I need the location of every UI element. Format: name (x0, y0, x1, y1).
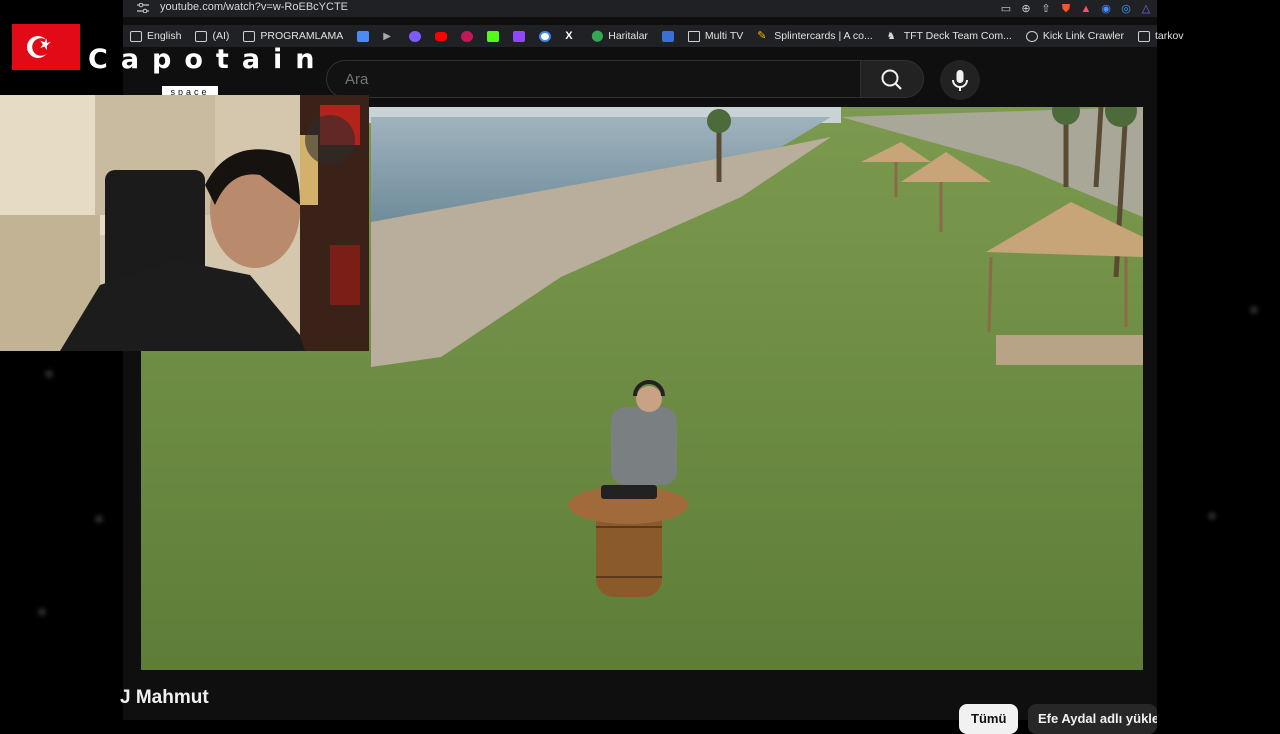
x-icon: X (565, 29, 573, 42)
extension-icon[interactable]: △ (1139, 3, 1153, 15)
bookmark-google[interactable] (532, 25, 558, 47)
bookmark-label: (AI) (212, 30, 230, 42)
search-button[interactable] (860, 60, 924, 98)
globe-icon (1025, 30, 1038, 42)
bookmark-label: English (147, 30, 182, 42)
site-settings-icon[interactable] (137, 3, 149, 13)
chip-channel[interactable]: Efe Aydal adlı yükleyiciden (1028, 704, 1157, 734)
app-icon (409, 30, 422, 42)
twitch-icon (513, 30, 526, 42)
bookmark-label: tarkov (1154, 30, 1184, 42)
background-speck (38, 608, 46, 616)
turkey-flag (12, 24, 80, 70)
bookmark-kick-link-crawler[interactable]: Kick Link Crawler (1019, 25, 1131, 47)
bookmark-multi-tv[interactable]: Multi TV (681, 25, 750, 47)
voice-search-button[interactable] (940, 60, 980, 100)
youtube-icon (435, 31, 448, 41)
share-icon[interactable]: ⇧ (1039, 3, 1053, 15)
background-speck (1208, 512, 1216, 520)
card-icon: ✎ (757, 29, 767, 42)
app-icon (461, 30, 474, 42)
webcam-image (0, 95, 369, 351)
bookmark-twitch[interactable] (506, 25, 532, 47)
kick-icon (487, 30, 500, 42)
microphone-icon (952, 70, 968, 91)
streamer-brand: Capotain (88, 44, 328, 75)
folder-icon (195, 30, 208, 42)
chip-all[interactable]: Tümü (959, 704, 1019, 734)
video-title: J Mahmut (120, 687, 209, 708)
brave-shield-icon[interactable]: ⛊ (1059, 3, 1073, 15)
extension-icon[interactable]: ◉ (1099, 3, 1113, 15)
webcam-feed (0, 95, 369, 351)
bookmark-prime[interactable]: ▶ (376, 25, 402, 47)
bookmark-label: PROGRAMLAMA (260, 30, 344, 42)
bookmark-x[interactable]: X (558, 25, 584, 47)
bookmark-label: Splintercards | A co... (774, 30, 873, 42)
background-speck (95, 515, 103, 523)
bookmark-splintercards[interactable]: ✎ Splintercards | A co... (750, 25, 879, 47)
tft-icon: ♞ (886, 30, 896, 42)
bookmark-app[interactable] (655, 25, 681, 47)
folder-icon (130, 30, 142, 42)
bookmark-label: TFT Deck Team Com... (903, 30, 1012, 42)
bookmark-label: Haritalar (608, 30, 648, 42)
background-speck (1250, 306, 1258, 314)
bookmark-kick[interactable] (480, 25, 506, 47)
maps-icon: ⬤ (591, 29, 604, 42)
bookmark-youtube[interactable] (428, 25, 454, 47)
bookmark-tft[interactable]: ♞ TFT Deck Team Com... (880, 25, 1019, 47)
extension-icon[interactable]: ◎ (1119, 3, 1133, 15)
translate-icon (357, 30, 370, 42)
cast-icon[interactable]: ▭ (999, 3, 1013, 15)
folder-icon (1137, 30, 1150, 42)
bookmark-label: Kick Link Crawler (1042, 30, 1124, 42)
tv-icon (687, 30, 700, 42)
bookmark-haritalar[interactable]: ⬤ Haritalar (584, 25, 655, 47)
bookmark-app[interactable] (454, 25, 480, 47)
folder-icon (243, 30, 256, 42)
bookmark-label: Multi TV (704, 30, 744, 42)
app-icon (661, 30, 674, 42)
bookmark-translate[interactable] (350, 25, 376, 47)
prime-icon: ▶ (383, 30, 391, 42)
bookmark-app[interactable] (402, 25, 428, 47)
address-bar[interactable]: youtube.com/watch?v=w-RoEBcYCTE ▭ ⊕ ⇧ ⛊ … (123, 0, 1157, 17)
bookmark-tarkov[interactable]: tarkov (1131, 25, 1191, 47)
background-speck (45, 370, 53, 378)
zoom-icon[interactable]: ⊕ (1019, 3, 1033, 15)
crescent-star-icon (27, 36, 51, 58)
search-input[interactable] (343, 70, 827, 89)
search-icon (881, 69, 902, 90)
search-box[interactable] (326, 60, 861, 98)
url-text[interactable]: youtube.com/watch?v=w-RoEBcYCTE (160, 1, 348, 13)
google-icon (539, 30, 552, 42)
brave-rewards-icon[interactable]: ▲ (1079, 3, 1093, 15)
